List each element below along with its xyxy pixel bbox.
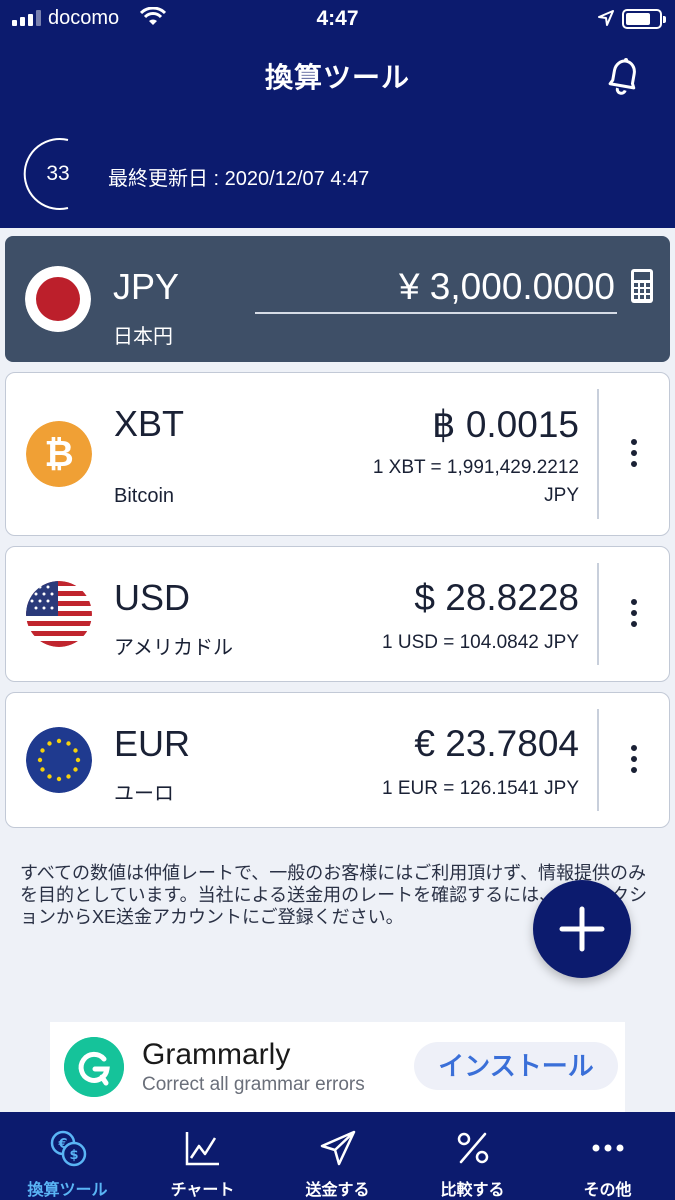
exchange-rate: 1 EUR = 126.1541 JPY: [382, 778, 579, 799]
currency-code: USD: [114, 577, 191, 618]
paper-plane-icon: [320, 1130, 355, 1166]
bell-icon[interactable]: [604, 54, 644, 96]
currency-card-eur[interactable]: EUR ユーロ € 23.7804 1 EUR = 126.1541 JPY: [5, 692, 670, 828]
grammarly-logo-icon: [64, 1037, 124, 1097]
more-horizontal-icon: [592, 1144, 623, 1152]
app-header: docomo 4:47 換算ツール 33 最終更新日 : 2020/12/07 …: [0, 0, 675, 228]
percent-icon: [457, 1132, 488, 1164]
currency-name: Bitcoin: [114, 485, 175, 507]
tab-more[interactable]: その他: [540, 1112, 675, 1200]
battery-icon: [622, 9, 666, 29]
ad-subtitle: Correct all grammar errors: [142, 1074, 365, 1095]
ad-title: Grammarly: [142, 1038, 291, 1071]
tab-chart[interactable]: チャート: [135, 1112, 270, 1200]
more-options-icon[interactable]: [619, 729, 649, 789]
page-title: 換算ツール: [264, 62, 410, 93]
bitcoin-icon: ₿: [26, 421, 92, 487]
currency-name: ユーロ: [114, 783, 174, 805]
base-currency-code: JPY: [113, 266, 180, 307]
coins-icon: € $: [50, 1130, 86, 1167]
converted-amount: $ 28.8228: [414, 577, 579, 618]
location-arrow-icon: [598, 10, 614, 26]
divider: [597, 563, 599, 665]
converted-amount: ฿ 0.0015: [432, 404, 579, 445]
calculator-icon[interactable]: [630, 268, 654, 304]
status-time: 4:47: [316, 7, 359, 30]
more-options-icon[interactable]: [619, 423, 649, 483]
plus-icon: [559, 906, 605, 952]
ad-banner[interactable]: Grammarly Correct all grammar errors インス…: [50, 1022, 625, 1112]
eu-flag-icon: [26, 727, 92, 793]
add-currency-button[interactable]: [533, 880, 631, 978]
exchange-rate: 1 USD = 104.0842 JPY: [382, 632, 579, 653]
chart-icon: [185, 1132, 219, 1166]
currency-code: EUR: [114, 723, 191, 764]
svg-text:$: $: [69, 1148, 78, 1163]
japan-flag-icon: [25, 266, 91, 332]
divider: [597, 389, 599, 519]
more-options-icon[interactable]: [619, 583, 649, 643]
refresh-countdown: 33: [46, 162, 70, 185]
base-currency-card[interactable]: JPY 日本円 ¥ 3,000.0000: [5, 236, 670, 362]
currency-card-xbt[interactable]: ₿ XBT Bitcoin ฿ 0.0015 1 XBT = 1,991,429…: [5, 372, 670, 536]
converted-amount: € 23.7804: [414, 723, 579, 764]
exchange-rate: 1 XBT = 1,991,429.2212 JPY: [372, 457, 579, 506]
tab-bar: € $ 換算ツール チャート 送金する 比較する その他: [0, 1112, 675, 1200]
tab-compare[interactable]: 比較する: [405, 1112, 540, 1200]
currency-code: XBT: [114, 403, 185, 444]
currency-card-usd[interactable]: USD アメリカドル $ 28.8228 1 USD = 104.0842 JP…: [5, 546, 670, 682]
tab-send[interactable]: 送金する: [270, 1112, 405, 1200]
amount-underline: [255, 312, 617, 314]
base-currency-name: 日本円: [113, 326, 173, 348]
currency-name: アメリカドル: [114, 637, 233, 659]
divider: [597, 709, 599, 811]
last-updated-text: 最終更新日 : 2020/12/07 4:47: [108, 168, 370, 190]
ad-install-button[interactable]: インストール: [414, 1042, 618, 1090]
base-amount-input[interactable]: ¥ 3,000.0000: [399, 266, 615, 308]
svg-text:₿: ₿: [44, 434, 73, 475]
status-bar: docomo 4:47: [0, 0, 675, 40]
us-flag-icon: [26, 581, 92, 647]
tab-converter[interactable]: € $ 換算ツール: [0, 1112, 135, 1200]
